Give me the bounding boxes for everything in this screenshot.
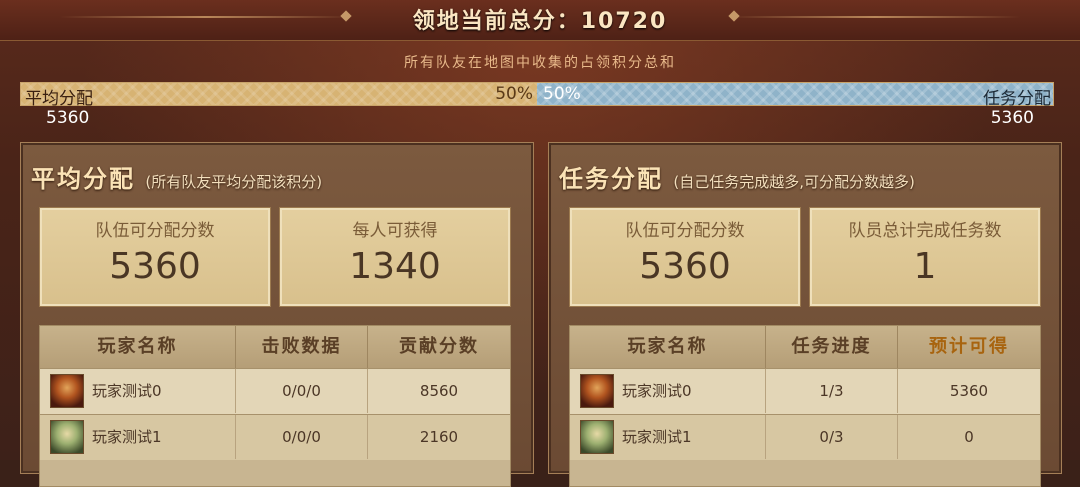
task-player-table: 玩家名称 任务进度 预计可得 玩家测试0 1/3 5360 玩家测试1 0/3 …	[569, 325, 1041, 487]
table-row[interactable]: 玩家测试0 0/0/0 8560	[40, 368, 510, 414]
column-header-kill-stats: 击败数据	[236, 326, 368, 368]
stat-value: 5360	[109, 246, 201, 287]
avatar	[580, 420, 614, 454]
stat-label: 队伍可分配分数	[95, 221, 215, 241]
avatar	[50, 420, 84, 454]
contribution-cell: 8560	[419, 382, 459, 400]
column-header-task-progress: 任务进度	[766, 326, 898, 368]
task-progress-cell: 1/3	[766, 369, 898, 413]
stat-label: 每人可获得	[352, 221, 438, 241]
column-header-expected: 预计可得	[898, 326, 1040, 368]
task-share-segment: 50% 任务分配	[537, 83, 1053, 109]
per-person-card: 每人可获得 1340	[279, 207, 511, 307]
player-name: 玩家测试0	[622, 382, 692, 400]
player-name: 玩家测试1	[622, 428, 692, 446]
player-cell: 玩家测试1	[40, 415, 236, 459]
player-cell: 玩家测试0	[570, 369, 766, 413]
average-distribution-panel: 平均分配 (所有队友平均分配该积分) 队伍可分配分数 5360 每人可获得 13…	[20, 142, 534, 487]
expected-cell: 0	[964, 428, 974, 446]
team-distributable-card: 队伍可分配分数 5360	[569, 207, 801, 307]
stat-label: 队伍可分配分数	[625, 221, 745, 241]
tasks-completed-card: 队员总计完成任务数 1	[809, 207, 1041, 307]
header-bar: 领地当前总分：10720	[0, 0, 1080, 41]
player-cell: 玩家测试1	[570, 415, 766, 459]
stat-value: 1	[913, 246, 937, 287]
expected-cell: 5360	[949, 382, 989, 400]
average-panel-title: 平均分配 (所有队友平均分配该积分)	[31, 159, 322, 194]
task-panel-note: (自己任务完成越多,可分配分数越多)	[673, 173, 915, 191]
task-progress-cell: 0/3	[766, 415, 898, 459]
average-player-table: 玩家名称 击败数据 贡献分数 玩家测试0 0/0/0 8560 玩家测试1 0/…	[39, 325, 511, 487]
task-share-percent: 50%	[543, 84, 581, 104]
stat-label: 队员总计完成任务数	[848, 221, 1002, 241]
avatar	[580, 374, 614, 408]
task-distribution-panel: 任务分配 (自己任务完成越多,可分配分数越多) 队伍可分配分数 5360 队员总…	[548, 142, 1062, 487]
table-row[interactable]: 玩家测试1 0/3 0	[570, 414, 1040, 460]
column-header-player-name: 玩家名称	[570, 326, 766, 368]
column-header-contribution: 贡献分数	[368, 326, 510, 368]
distribution-ratio-bar: 平均分配 50% 50% 任务分配	[20, 82, 1054, 109]
average-share-percent: 50%	[495, 84, 533, 104]
table-row[interactable]: 玩家测试1 0/0/0 2160	[40, 414, 510, 460]
average-share-value: 5360	[46, 108, 90, 128]
average-panel-title-text: 平均分配	[31, 165, 135, 193]
avatar	[50, 374, 84, 408]
stat-value: 5360	[639, 246, 731, 287]
table-row[interactable]: 玩家测试0 1/3 5360	[570, 368, 1040, 414]
task-share-label: 任务分配	[983, 89, 1051, 109]
task-panel-title: 任务分配 (自己任务完成越多,可分配分数越多)	[559, 159, 915, 194]
kill-stats-cell: 0/0/0	[236, 415, 368, 459]
average-panel-note: (所有队友平均分配该积分)	[145, 173, 323, 191]
column-header-player-name: 玩家名称	[40, 326, 236, 368]
player-cell: 玩家测试0	[40, 369, 236, 413]
kill-stats-cell: 0/0/0	[236, 369, 368, 413]
task-share-value: 5360	[990, 108, 1034, 128]
player-name: 玩家测试1	[92, 428, 162, 446]
average-share-label: 平均分配	[25, 89, 93, 109]
total-score-title: 领地当前总分：10720	[412, 9, 668, 34]
average-share-segment: 平均分配 50%	[21, 83, 537, 109]
team-distributable-card: 队伍可分配分数 5360	[39, 207, 271, 307]
task-panel-title-text: 任务分配	[559, 165, 663, 193]
stat-value: 1340	[349, 246, 441, 287]
contribution-cell: 2160	[419, 428, 459, 446]
total-score-subtitle: 所有队友在地图中收集的占领积分总和	[404, 55, 676, 71]
player-name: 玩家测试0	[92, 382, 162, 400]
